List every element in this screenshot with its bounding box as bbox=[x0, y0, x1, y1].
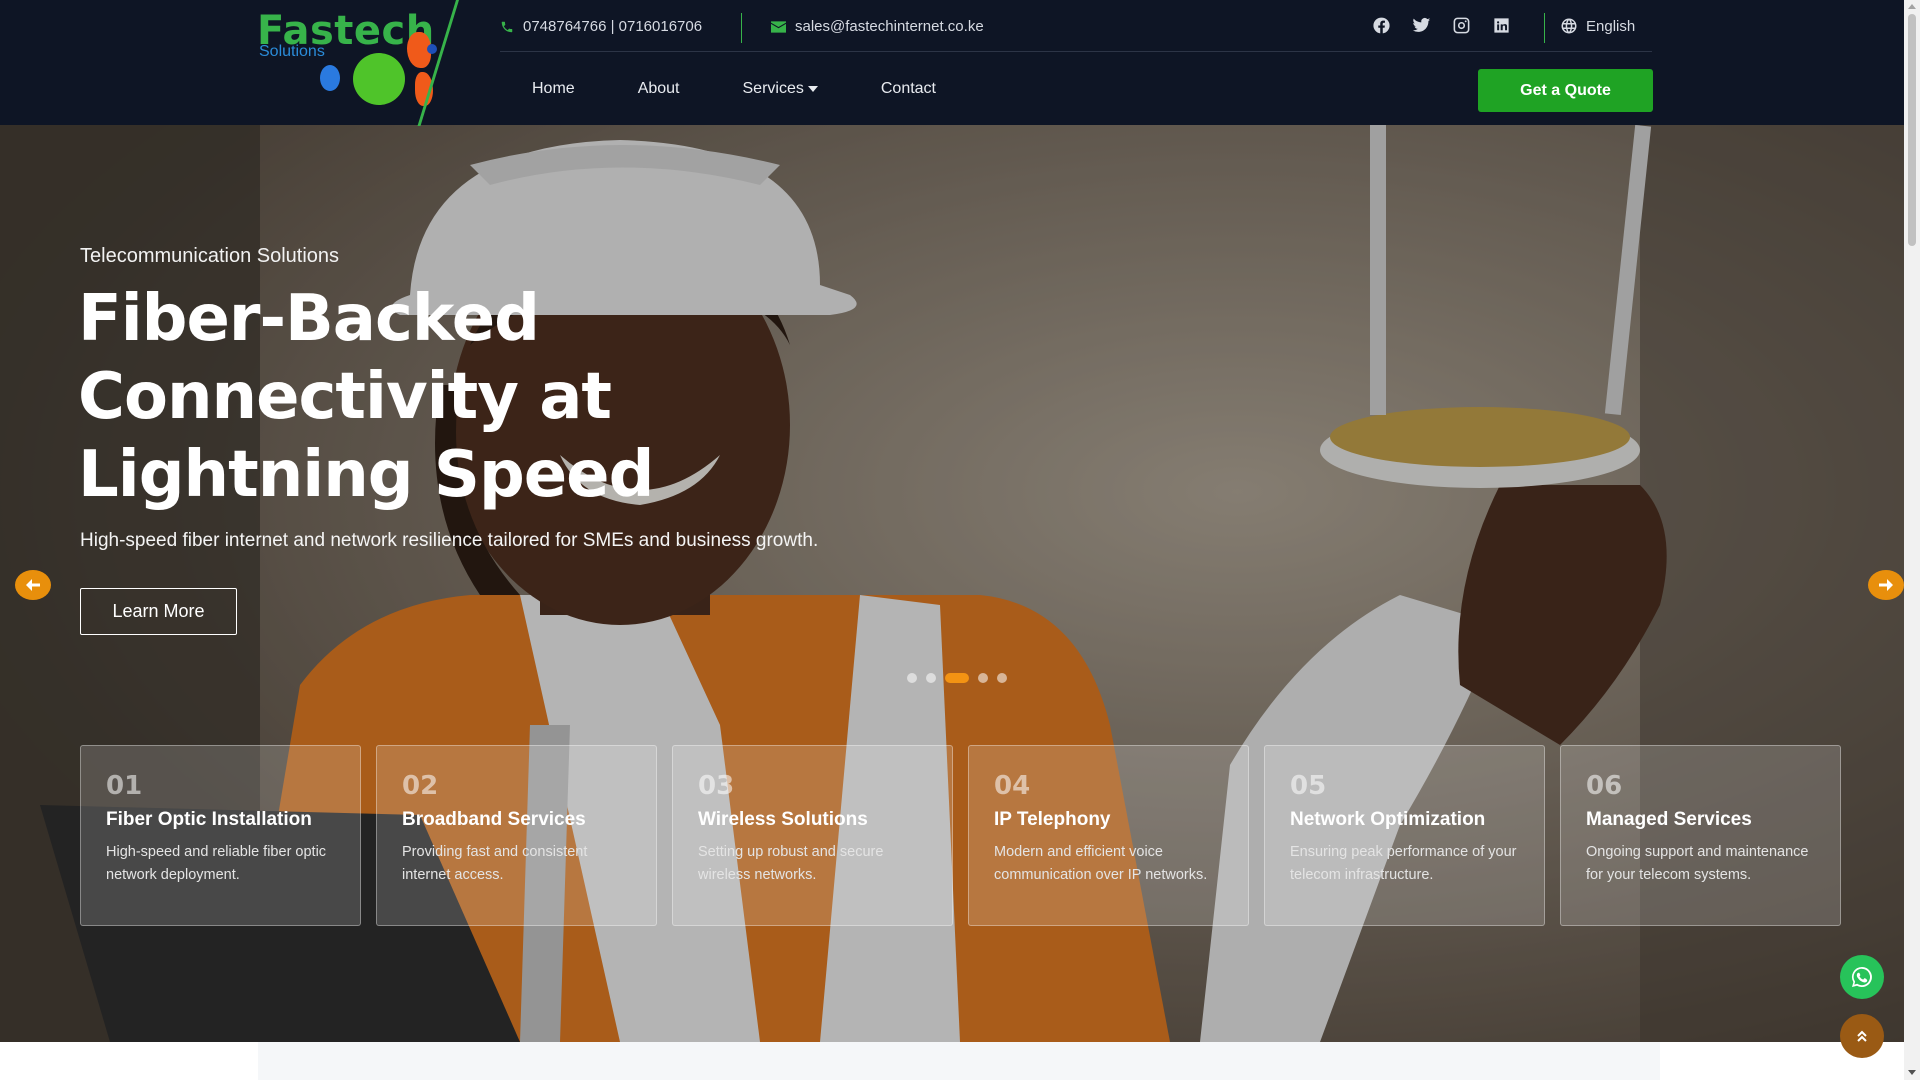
whatsapp-icon bbox=[1852, 967, 1872, 987]
double-chevron-up-icon bbox=[1857, 1030, 1867, 1042]
header-topbar: 0748764766 | 0716016706 sales@fastechint… bbox=[500, 0, 1652, 52]
scroll-to-top-button[interactable] bbox=[1840, 1014, 1884, 1058]
nav-home[interactable]: Home bbox=[532, 80, 575, 98]
service-number: 04 bbox=[994, 771, 1031, 801]
service-card[interactable]: 01 Fiber Optic Installation High-speed a… bbox=[80, 745, 361, 926]
linkedin-icon[interactable] bbox=[1492, 16, 1511, 35]
facebook-icon[interactable] bbox=[1372, 16, 1391, 35]
envelope-icon bbox=[771, 20, 786, 33]
service-description: Ensuring peak performance of your teleco… bbox=[1290, 844, 1517, 883]
service-card[interactable]: 03 Wireless Solutions Setting up robust … bbox=[672, 745, 953, 926]
phone-icon bbox=[501, 21, 513, 32]
twitter-icon[interactable] bbox=[1412, 16, 1431, 35]
service-description: High-speed and reliable fiber optic netw… bbox=[106, 844, 327, 883]
service-card[interactable]: 04 IP Telephony Modern and efficient voi… bbox=[968, 745, 1249, 926]
service-description: Modern and efficient voice communication… bbox=[994, 844, 1208, 883]
slider-dot[interactable] bbox=[907, 673, 917, 683]
whatsapp-button[interactable] bbox=[1840, 955, 1884, 999]
learn-more-button[interactable]: Learn More bbox=[80, 588, 237, 635]
service-description: Setting up robust and secure wireless ne… bbox=[698, 844, 884, 883]
service-title: Wireless Solutions bbox=[698, 809, 868, 830]
nav-services[interactable]: Services bbox=[743, 80, 818, 98]
language-selector[interactable]: English bbox=[1560, 17, 1635, 35]
nav-services-label: Services bbox=[742, 80, 804, 97]
service-number: 01 bbox=[106, 771, 143, 801]
logo-tagline: Solutions bbox=[259, 43, 325, 60]
slider-dot[interactable] bbox=[978, 673, 988, 683]
phone-contact[interactable]: 0748764766 | 0716016706 bbox=[500, 18, 702, 35]
hero-headline: Fiber-Backed Connectivity at Lightning S… bbox=[78, 282, 654, 512]
service-card[interactable]: 02 Broadband Services Providing fast and… bbox=[376, 745, 657, 926]
slider-next-button[interactable] bbox=[1868, 570, 1904, 600]
service-title: Network Optimization bbox=[1290, 809, 1486, 830]
service-description: Ongoing support and maintenance for your… bbox=[1586, 844, 1809, 883]
service-number: 02 bbox=[402, 771, 439, 801]
next-section bbox=[0, 1042, 1904, 1080]
topbar-divider bbox=[741, 13, 742, 43]
get-quote-button[interactable]: Get a Quote bbox=[1478, 69, 1653, 112]
slider-dot[interactable] bbox=[926, 673, 936, 683]
logo-blue-dot bbox=[320, 65, 340, 91]
slider-dot-active[interactable] bbox=[945, 673, 969, 683]
social-links bbox=[1372, 16, 1511, 35]
service-title: IP Telephony bbox=[994, 809, 1111, 830]
logo-green-circle bbox=[353, 53, 405, 105]
phone-numbers: 0748764766 | 0716016706 bbox=[523, 18, 703, 35]
service-card[interactable]: 05 Network Optimization Ensuring peak pe… bbox=[1264, 745, 1545, 926]
hero-eyebrow: Telecommunication Solutions bbox=[80, 245, 340, 267]
logo-blue-accent bbox=[427, 44, 437, 54]
topbar-divider-2 bbox=[1544, 13, 1545, 43]
service-title: Broadband Services bbox=[402, 809, 586, 830]
slider-dot[interactable] bbox=[997, 673, 1007, 683]
slider-prev-button[interactable] bbox=[15, 570, 51, 600]
instagram-icon[interactable] bbox=[1452, 16, 1471, 35]
hero-slider: Telecommunication Solutions Fiber-Backed… bbox=[0, 125, 1904, 1042]
site-header: Fastech Solutions 0748764766 | 071601670… bbox=[0, 0, 1904, 126]
scroll-up-arrow-icon[interactable] bbox=[1908, 4, 1916, 9]
main-nav: Home About Services Contact bbox=[532, 80, 999, 98]
arrow-left-icon bbox=[26, 579, 40, 591]
service-number: 05 bbox=[1290, 771, 1327, 801]
language-label: English bbox=[1586, 17, 1636, 35]
service-card[interactable]: 06 Managed Services Ongoing support and … bbox=[1560, 745, 1841, 926]
page-scrollbar[interactable] bbox=[1904, 0, 1920, 1080]
scroll-down-arrow-icon[interactable] bbox=[1908, 1070, 1916, 1075]
scrollbar-thumb[interactable] bbox=[1908, 14, 1916, 246]
brand-logo[interactable]: Fastech Solutions bbox=[257, 8, 452, 118]
slider-pagination bbox=[907, 673, 1007, 683]
service-description: Providing fast and consistent internet a… bbox=[402, 844, 588, 883]
nav-contact[interactable]: Contact bbox=[881, 80, 936, 98]
service-cards: 01 Fiber Optic Installation High-speed a… bbox=[80, 745, 1841, 926]
service-title: Fiber Optic Installation bbox=[106, 809, 312, 830]
nav-about[interactable]: About bbox=[638, 80, 680, 98]
email-address: sales@fastechinternet.co.ke bbox=[795, 18, 984, 35]
arrow-right-icon bbox=[1879, 579, 1893, 591]
globe-icon bbox=[1561, 18, 1577, 34]
service-title: Managed Services bbox=[1586, 809, 1752, 830]
service-number: 03 bbox=[698, 771, 735, 801]
hero-subtext: High-speed fiber internet and network re… bbox=[80, 530, 819, 551]
service-number: 06 bbox=[1586, 771, 1623, 801]
email-contact[interactable]: sales@fastechinternet.co.ke bbox=[771, 18, 984, 35]
next-section-container bbox=[258, 1042, 1660, 1080]
caret-down-icon bbox=[807, 86, 818, 92]
